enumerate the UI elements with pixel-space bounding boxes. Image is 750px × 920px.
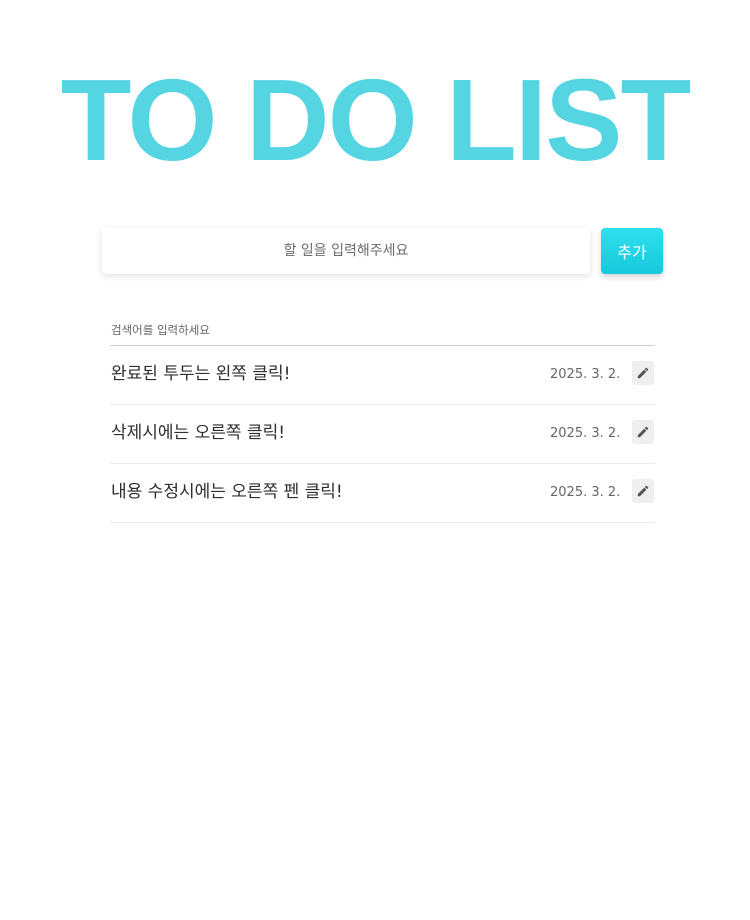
todo-date: 2025. 3. 2. xyxy=(550,367,621,382)
todo-item[interactable]: 완료된 투두는 왼쪽 클릭! 2025. 3. 2. xyxy=(110,346,655,405)
pencil-icon xyxy=(637,367,649,379)
pencil-icon xyxy=(637,485,649,497)
todo-date: 2025. 3. 2. xyxy=(550,485,621,500)
page-title: TO DO LIST xyxy=(60,55,692,185)
add-todo-form: 추가 xyxy=(102,228,664,274)
todo-item[interactable]: 내용 수정시에는 오른쪽 펜 클릭! 2025. 3. 2. xyxy=(110,464,655,523)
todo-input[interactable] xyxy=(102,228,590,274)
todo-text: 삭제시에는 오른쪽 클릭! xyxy=(111,423,286,443)
edit-button[interactable] xyxy=(632,479,654,503)
edit-button[interactable] xyxy=(632,420,654,444)
todo-list-section: 완료된 투두는 왼쪽 클릭! 2025. 3. 2. 삭제시에는 오른쪽 클릭!… xyxy=(110,314,655,523)
todo-date: 2025. 3. 2. xyxy=(550,426,621,441)
todo-text: 완료된 투두는 왼쪽 클릭! xyxy=(111,364,291,384)
edit-button[interactable] xyxy=(632,361,654,385)
search-input[interactable] xyxy=(110,314,655,346)
pencil-icon xyxy=(637,426,649,438)
add-button[interactable]: 추가 xyxy=(601,228,663,274)
todo-app: TO DO LIST 추가 완료된 투두는 왼쪽 클릭! 2025. 3. 2.… xyxy=(0,0,750,920)
todo-list: 완료된 투두는 왼쪽 클릭! 2025. 3. 2. 삭제시에는 오른쪽 클릭!… xyxy=(110,346,655,523)
todo-item[interactable]: 삭제시에는 오른쪽 클릭! 2025. 3. 2. xyxy=(110,405,655,464)
todo-text: 내용 수정시에는 오른쪽 펜 클릭! xyxy=(111,482,343,502)
